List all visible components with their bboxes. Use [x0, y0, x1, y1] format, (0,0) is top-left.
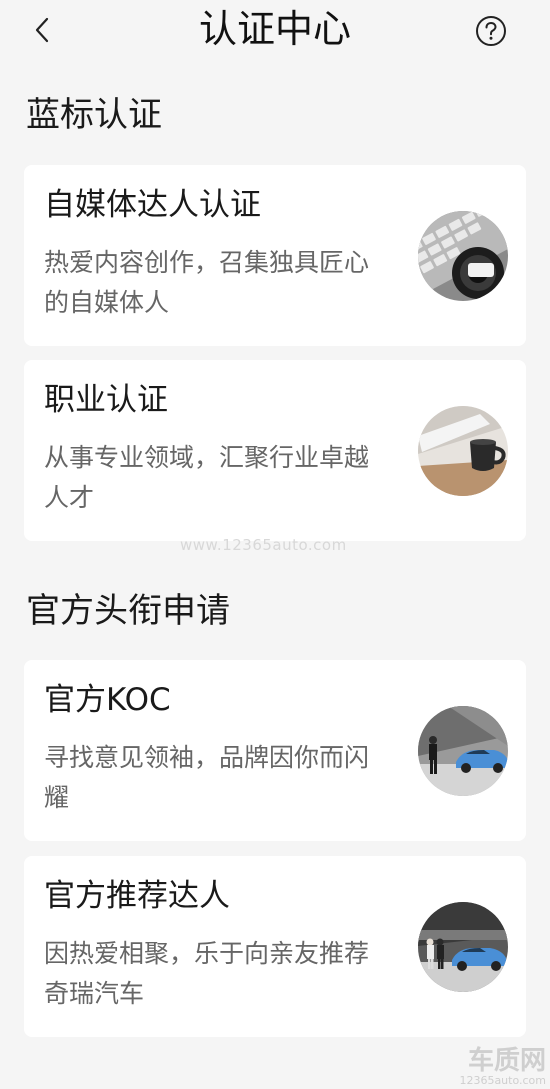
corner-watermark-url: 12365auto.com: [459, 1074, 546, 1087]
card-description: 因热爱相聚，乐于向亲友推荐奇瑞汽车: [44, 939, 370, 1008]
card-title: 职业认证: [44, 382, 168, 418]
corner-watermark-title: 车质网: [467, 1046, 546, 1076]
card-title: 自媒体达人认证: [44, 187, 261, 223]
card-media-influencer[interactable]: 自媒体达人认证 热爱内容创作，召集独具匠心的自媒体人: [24, 165, 526, 346]
help-button[interactable]: [474, 14, 508, 48]
laptop-mug-image: [418, 406, 508, 496]
question-circle-icon: [476, 16, 506, 46]
keyboard-camera-image: [418, 211, 508, 301]
card-description: 寻找意见领袖，品牌因你而闪耀: [44, 743, 370, 812]
watermark-text: www.12365auto.com: [180, 536, 347, 554]
card-description: 热爱内容创作，召集独具匠心的自媒体人: [44, 248, 370, 317]
card-professional[interactable]: 职业认证 从事专业领域，汇聚行业卓越人才: [24, 360, 526, 541]
card-title: 官方推荐达人: [44, 878, 230, 914]
page-title: 认证中心: [198, 7, 351, 51]
people-with-car-image: [418, 902, 508, 992]
man-with-car-image: [418, 706, 508, 796]
card-description: 从事专业领域，汇聚行业卓越人才: [44, 443, 370, 512]
section-title-official-titles: 官方头衔申请: [26, 591, 230, 631]
corner-watermark-logo: 车质网 12365auto.com: [459, 1047, 546, 1087]
card-official-koc[interactable]: 官方KOC 寻找意见领袖，品牌因你而闪耀: [24, 660, 526, 841]
header-bar: 认证中心: [0, 0, 550, 62]
section-title-blue-badge: 蓝标认证: [26, 95, 162, 135]
card-title: 官方KOC: [44, 682, 171, 718]
card-official-recommender[interactable]: 官方推荐达人 因热爱相聚，乐于向亲友推荐奇瑞汽车: [24, 856, 526, 1037]
